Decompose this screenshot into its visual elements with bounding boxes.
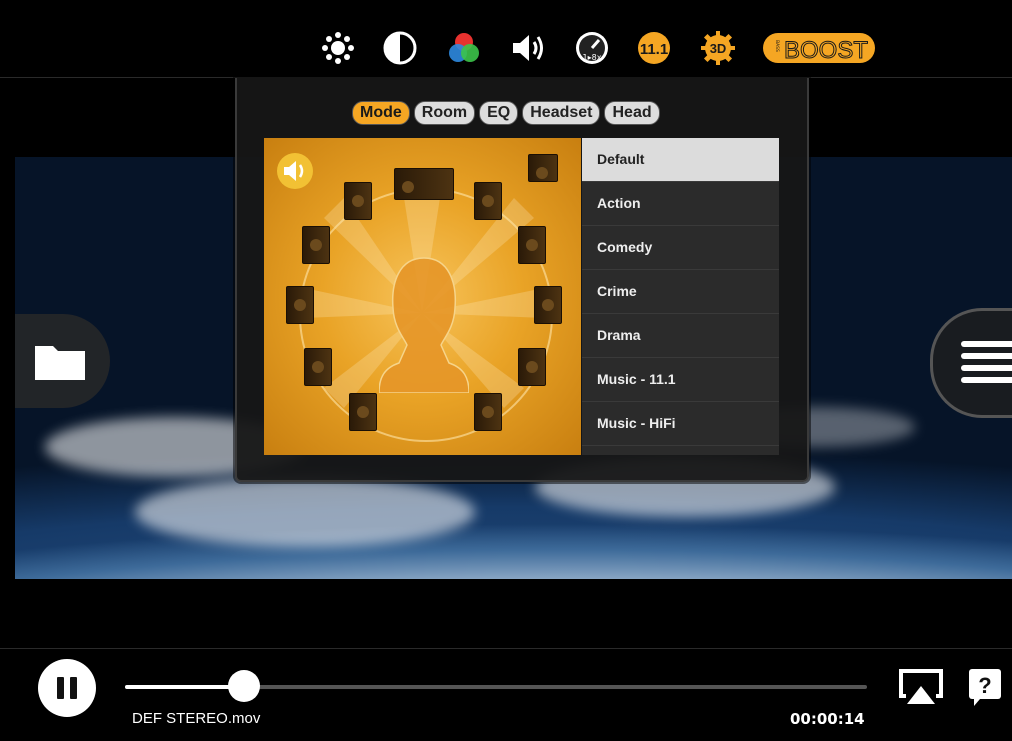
speaker-rear-left [349,393,377,431]
svg-text:1▸8x: 1▸8x [583,53,602,62]
list-item-music-hifi[interactable]: Music - HiFi [582,402,779,446]
speaker-layout-visual [264,138,581,455]
volume-icon[interactable] [510,30,546,66]
list-item-music-11-1[interactable]: Music - 11.1 [582,358,779,402]
speed-icon[interactable]: 1▸8x [574,30,610,66]
bass-boost-icon[interactable]: BASS BOOST [762,30,876,66]
seek-bar-progress [125,685,244,689]
contrast-icon[interactable] [382,30,418,66]
folder-button[interactable] [15,314,110,408]
speaker-wide-right [518,226,546,264]
tab-mode[interactable]: Mode [352,101,410,125]
folder-icon [35,346,85,380]
svg-text:3D: 3D [710,41,727,56]
speaker-side-right [534,286,562,324]
panel-tabs: Mode Room EQ Headset Head [352,101,660,125]
speaker-rear-side-right [518,348,546,386]
menu-icon [961,341,1012,383]
speaker-front-left [344,182,372,220]
speaker-wide-left [302,226,330,264]
pause-button[interactable] [38,659,96,717]
help-icon[interactable]: ? [968,668,1002,708]
surround-11-1-icon[interactable]: 11.1 [636,30,672,66]
control-bar-divider [0,648,1012,649]
pause-icon [57,677,77,699]
list-item-crime[interactable]: Crime [582,270,779,314]
speaker-test-icon[interactable] [276,152,314,190]
listener-head-icon [379,257,469,393]
elapsed-time: 00:00:14 [790,710,865,728]
speaker-rear-side-left [304,348,332,386]
list-item-action[interactable]: Action [582,182,779,226]
speaker-subwoofer [528,154,558,182]
color-icon[interactable] [446,30,482,66]
svg-text:11.1: 11.1 [640,41,668,58]
speaker-center [394,168,454,200]
tab-head[interactable]: Head [604,101,660,125]
list-item-drama[interactable]: Drama [582,314,779,358]
top-toolbar: 1▸8x 11.1 3D BASS BOOST [0,0,1012,78]
svg-text:BOOST: BOOST [784,37,868,64]
speaker-front-right [474,182,502,220]
mode-list: Default Action Comedy Crime Drama Music … [582,138,779,455]
brightness-icon[interactable] [320,30,356,66]
3d-icon[interactable]: 3D [700,30,736,66]
file-name: DEF STEREO.mov [132,710,261,727]
cloud [135,477,475,547]
list-item-comedy[interactable]: Comedy [582,226,779,270]
tab-eq[interactable]: EQ [479,101,519,125]
tab-headset[interactable]: Headset [522,101,601,125]
speaker-rear-right [474,393,502,431]
list-item-default[interactable]: Default [582,138,779,182]
svg-text:BASS: BASS [774,40,780,52]
speaker-side-left [286,286,314,324]
seek-bar[interactable] [125,670,867,702]
tab-room[interactable]: Room [413,101,476,125]
airplay-icon[interactable] [898,668,944,708]
seek-bar-handle[interactable] [227,670,260,702]
svg-text:?: ? [978,673,991,698]
